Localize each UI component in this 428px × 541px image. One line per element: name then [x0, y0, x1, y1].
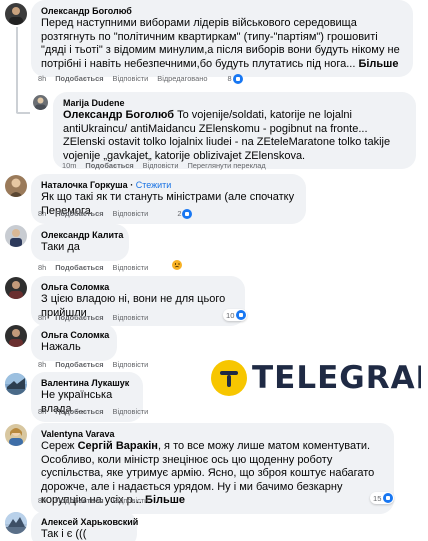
scrollbar[interactable] [421, 0, 428, 541]
comment-actions: 8h Подобається Відповісти [38, 407, 148, 417]
edited-label: Відредаговано [157, 74, 208, 83]
commenter-name[interactable]: Алексей Харьковский [41, 516, 138, 528]
comment-time[interactable]: 8h [38, 263, 46, 272]
see-more-link[interactable]: Більше [358, 58, 398, 70]
comment-actions: 10m Подобається Відповісти Переглянути пере… [62, 161, 266, 171]
comment-time[interactable]: 8h [38, 74, 46, 83]
translate-link[interactable]: Переглянути переклад [187, 161, 265, 170]
commenter-name[interactable]: Valentyna Varava [41, 428, 384, 440]
comment-actions: 8h Подобається Відповісти [38, 360, 148, 370]
comment-text: Олександр Боголюб To vojenije/soldati, k… [63, 109, 391, 162]
like-button[interactable]: Подобається [55, 496, 103, 505]
like-button[interactable]: Подобається [55, 209, 103, 218]
comment-text: Так і є ((( [41, 528, 87, 540]
commenter-name[interactable]: Ольга Соломка [41, 329, 109, 341]
comment-time[interactable]: 8h [38, 407, 46, 416]
commenter-name[interactable]: Наталочка Горкуша · Стежити [41, 179, 296, 191]
thread-line [16, 112, 30, 114]
comment-bubble: Marija Dudene Олександр Боголюб To vojen… [53, 92, 416, 169]
mention-link[interactable]: Олександр Боголюб [63, 109, 174, 121]
reaction-count[interactable]: 15 [370, 492, 395, 504]
like-button[interactable]: Подобається [55, 360, 103, 369]
avatar[interactable] [5, 3, 27, 25]
comment-actions: 8h Подобається Відповісти [38, 313, 148, 323]
commenter-name[interactable]: Ольга Соломка [41, 281, 235, 293]
comment-time[interactable]: 10m [62, 161, 76, 170]
comment-actions: 8h Подобається Відповісти [38, 260, 183, 273]
comment-time[interactable]: 8h [38, 360, 46, 369]
avatar[interactable] [5, 512, 27, 534]
comment-time[interactable]: 8h [38, 313, 46, 322]
avatar[interactable] [5, 225, 27, 247]
reply-button[interactable]: Відповісти [143, 161, 179, 170]
avatar[interactable] [5, 424, 27, 446]
avatar[interactable] [5, 325, 27, 347]
reply-button[interactable]: Відповісти [113, 360, 149, 369]
like-icon [383, 493, 394, 503]
thread-line [16, 27, 18, 113]
like-button[interactable]: Подобається [55, 407, 103, 416]
mention-link[interactable]: Сергій Варакін [78, 440, 158, 452]
avatar[interactable] [5, 175, 27, 197]
commenter-name[interactable]: Олександр Калита [41, 229, 123, 241]
comment-text: Таки да [41, 241, 80, 253]
telegraf-logo-text: TELEGRAF [252, 360, 428, 396]
reaction-sad[interactable] [172, 260, 183, 270]
like-button[interactable]: Подобається [55, 74, 103, 83]
like-icon [182, 209, 193, 219]
see-more-link[interactable]: Більше [145, 494, 185, 506]
reply-button[interactable]: Відповісти [113, 74, 149, 83]
sad-face-icon [172, 260, 183, 270]
telegraf-logo: TELEGRAF [211, 360, 428, 396]
comment-text: Нажаль [41, 341, 81, 353]
like-button[interactable]: Подобається [55, 313, 103, 322]
telegraf-logo-icon [211, 360, 247, 396]
like-button[interactable]: Подобається [85, 161, 133, 170]
comment-text: Перед наступними виборами лідерів військ… [41, 17, 400, 70]
reaction-count[interactable]: 8 [219, 74, 243, 84]
reply-button[interactable]: Відповісти [113, 407, 149, 416]
commenter-name[interactable]: Marija Dudene [63, 97, 406, 109]
comment-actions: 8h Подобається Відповісти Відредаговано 8 [38, 74, 243, 84]
reply-button[interactable]: Відповісти [113, 263, 149, 272]
reply-button[interactable]: Відповісти [113, 496, 149, 505]
comment-bubble: Ольга Соломка Нажаль [31, 324, 117, 361]
like-icon [236, 310, 247, 320]
comment-actions: 8h Подобається Відповісти [38, 496, 148, 506]
reaction-count[interactable]: 2 [168, 209, 193, 219]
avatar[interactable] [5, 373, 27, 395]
comment-bubble: Алексей Харьковский Так і є ((( [31, 511, 138, 541]
comment-bubble: Олександр Калита Таки да [31, 224, 129, 261]
avatar[interactable] [33, 95, 48, 110]
like-icon [232, 74, 243, 84]
reaction-count[interactable]: 10 [223, 309, 248, 321]
comment-time[interactable]: 8h [38, 496, 46, 505]
comment-time[interactable]: 8h [38, 209, 46, 218]
like-button[interactable]: Подобається [55, 263, 103, 272]
avatar[interactable] [5, 277, 27, 299]
comment-actions: 8h Подобається Відповісти 2 [38, 209, 193, 219]
follow-link[interactable]: Стежити [136, 180, 172, 190]
commenter-name[interactable]: Валентина Лукашук [41, 377, 133, 389]
reply-button[interactable]: Відповісти [113, 209, 149, 218]
reply-button[interactable]: Відповісти [113, 313, 149, 322]
commenter-name[interactable]: Олександр Боголюб [41, 5, 403, 17]
comment-bubble: Олександр Боголюб Перед наступними вибор… [31, 0, 413, 77]
